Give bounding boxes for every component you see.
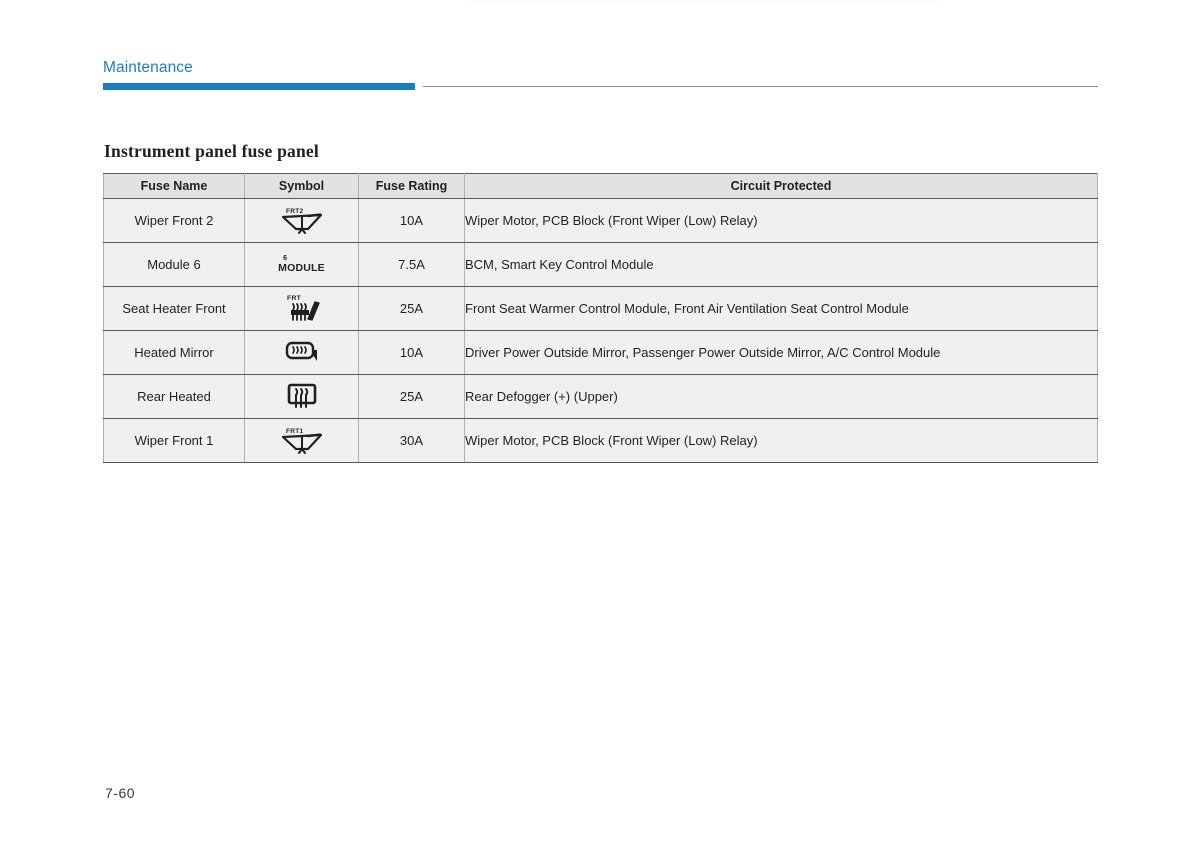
cell-symbol (244, 330, 359, 375)
cell-fuse-rating: 30A (358, 418, 465, 463)
table-row: Seat Heater Front FRT 25A Front Seat War… (103, 286, 1098, 331)
header-accent-bar (103, 83, 415, 90)
table-row: Heated Mirror 10A Driver Power Outside M… (103, 330, 1098, 375)
cell-symbol: FRT1 (244, 418, 359, 463)
table-row: Module 6 6 MODULE 7.5A BCM, Smart Key Co… (103, 242, 1098, 287)
column-header-fuse-name: Fuse Name (103, 173, 245, 199)
wiper-front-2-icon: FRT2 (275, 204, 329, 234)
cell-circuit-protected: BCM, Smart Key Control Module (464, 242, 1098, 287)
wiper-front-1-icon: FRT1 (275, 424, 329, 454)
cell-circuit-protected: Wiper Motor, PCB Block (Front Wiper (Low… (464, 418, 1098, 463)
rear-defogger-icon (279, 380, 325, 410)
page-running-header: Maintenance (103, 58, 1098, 90)
fuse-panel-table-container: Fuse Name Symbol Fuse Rating Circuit Pro… (103, 173, 1098, 463)
chapter-title: Maintenance (103, 59, 193, 76)
table-row: Wiper Front 1 FRT1 30A Wiper Motor, PCB … (103, 418, 1098, 463)
scan-artifact-band (470, 0, 940, 4)
seat-heater-front-icon: FRT (275, 291, 329, 323)
module-superscript: 6 (283, 255, 288, 262)
svg-text:FRT1: FRT1 (286, 428, 304, 435)
cell-fuse-name: Seat Heater Front (103, 286, 245, 331)
svg-text:FRT: FRT (287, 295, 302, 302)
svg-text:FRT2: FRT2 (286, 208, 304, 215)
cell-symbol: FRT (244, 286, 359, 331)
cell-fuse-name: Heated Mirror (103, 330, 245, 375)
cell-symbol: FRT2 (244, 198, 359, 243)
cell-fuse-rating: 10A (358, 330, 465, 375)
cell-fuse-rating: 7.5A (358, 242, 465, 287)
header-thin-rule (423, 86, 1098, 88)
cell-symbol (244, 374, 359, 419)
cell-fuse-name: Module 6 (103, 242, 245, 287)
column-header-fuse-rating: Fuse Rating (358, 173, 465, 199)
heated-mirror-icon (277, 337, 327, 365)
section-heading: Instrument panel fuse panel (104, 141, 319, 161)
cell-circuit-protected: Wiper Motor, PCB Block (Front Wiper (Low… (464, 198, 1098, 243)
cell-circuit-protected: Rear Defogger (+) (Upper) (464, 374, 1098, 419)
cell-fuse-name: Wiper Front 2 (103, 198, 245, 243)
header-rule (103, 83, 1098, 90)
page-number: 7-60 (105, 785, 136, 801)
table-header-row: Fuse Name Symbol Fuse Rating Circuit Pro… (103, 173, 1098, 199)
column-header-circuit-protected: Circuit Protected (464, 173, 1098, 199)
column-header-symbol: Symbol (244, 173, 359, 199)
module-label: MODULE (278, 262, 325, 274)
cell-fuse-rating: 10A (358, 198, 465, 243)
cell-fuse-rating: 25A (358, 374, 465, 419)
cell-fuse-rating: 25A (358, 286, 465, 331)
table-row: Rear Heated 25A Rear Defogger (+) (Upper… (103, 374, 1098, 419)
cell-circuit-protected: Front Seat Warmer Control Module, Front … (464, 286, 1098, 331)
cell-circuit-protected: Driver Power Outside Mirror, Passenger P… (464, 330, 1098, 375)
cell-fuse-name: Rear Heated (103, 374, 245, 419)
cell-fuse-name: Wiper Front 1 (103, 418, 245, 463)
cell-symbol: 6 MODULE (244, 242, 359, 287)
instrument-panel-fuse-table: Fuse Name Symbol Fuse Rating Circuit Pro… (103, 173, 1098, 463)
table-row: Wiper Front 2 FRT2 10A Wiper Motor, PCB … (103, 198, 1098, 243)
module-6-icon: 6 MODULE (278, 255, 325, 274)
